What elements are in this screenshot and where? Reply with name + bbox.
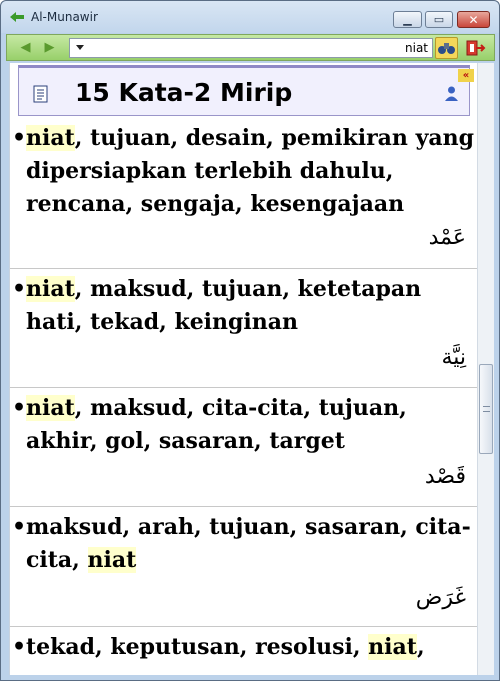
arabic-word: قَصْد — [424, 464, 466, 489]
list-item[interactable]: • niat, maksud, tujuan, ketetapan hati, … — [10, 269, 477, 388]
toolbar: ◀ ▶ — [6, 34, 495, 61]
bullet: • — [12, 276, 27, 302]
list-item[interactable]: • tekad, keputusan, resolusi, niat, — [10, 627, 477, 675]
meaning-text: , tujuan, desain, pemikiran yang — [74, 125, 475, 151]
entry-meaning: • niat, tujuan, desain, pemikiran yang d… — [12, 122, 474, 221]
search-button[interactable] — [435, 37, 458, 59]
exit-button[interactable] — [464, 37, 487, 59]
meaning-text: tekad, keputusan, resolusi, — [26, 634, 369, 660]
forward-arrow-icon[interactable]: ▶ — [41, 39, 58, 56]
meaning-text: dipersiapkan terlebih dahulu, — [26, 158, 394, 184]
meaning-text: hati, tekad, keinginan — [26, 309, 299, 335]
app-window: Al-Munawir ▁ ▭ ✕ ◀ ▶ « — [0, 0, 500, 681]
minimize-icon: ▁ — [403, 13, 412, 26]
arabic-word: غَرَض — [415, 585, 466, 610]
search-input[interactable] — [88, 40, 428, 56]
entry-meaning: • niat, maksud, cita-cita, tujuan, akhir… — [12, 392, 470, 458]
bullet: • — [12, 125, 27, 151]
list-item[interactable]: • niat, maksud, cita-cita, tujuan, akhir… — [10, 388, 477, 507]
back-arrow-icon[interactable]: ◀ — [17, 39, 34, 56]
list-item[interactable]: • niat, tujuan, desain, pemikiran yang d… — [10, 118, 477, 269]
meaning-text: rencana, sengaja, kesengajaan — [26, 191, 405, 217]
entry-meaning: • tekad, keputusan, resolusi, niat, — [12, 631, 470, 664]
highlighted-term: niat — [87, 547, 137, 573]
highlighted-term: niat — [26, 395, 75, 421]
person-icon[interactable] — [444, 85, 459, 101]
book-arrow-icon — [10, 12, 24, 22]
search-combobox[interactable] — [69, 38, 433, 58]
bullet: • — [12, 395, 27, 421]
collapse-button[interactable]: « — [458, 69, 474, 82]
close-button[interactable]: ✕ — [457, 11, 490, 28]
meaning-text: , — [416, 634, 425, 660]
window-title: Al-Munawir — [31, 10, 98, 24]
bullet: • — [12, 634, 27, 660]
results-panel[interactable]: « 15 Kata-2 Mirip • niat, tujuan, desain… — [9, 63, 477, 675]
minimize-button[interactable]: ▁ — [393, 11, 422, 28]
list-item[interactable]: • maksud, arah, tujuan, sasaran, cita- c… — [10, 507, 477, 627]
close-icon: ✕ — [468, 12, 479, 27]
bullet: • — [12, 514, 27, 540]
vertical-scrollbar[interactable] — [477, 63, 494, 675]
result-header: « 15 Kata-2 Mirip — [18, 65, 474, 116]
page-title: 15 Kata-2 Mirip — [75, 78, 293, 107]
maximize-icon: ▭ — [433, 13, 445, 26]
dropdown-arrow-icon[interactable] — [76, 45, 84, 50]
meaning-text: , maksud, cita-cita, tujuan, — [74, 395, 407, 421]
entry-meaning: • maksud, arah, tujuan, sasaran, cita- c… — [12, 511, 471, 577]
search-binoculars-icon — [438, 43, 455, 54]
meaning-text: cita, — [26, 547, 88, 573]
meaning-text: maksud, arah, tujuan, sasaran, cita- — [26, 514, 471, 540]
highlighted-term: niat — [26, 125, 75, 151]
scroll-thumb[interactable] — [479, 364, 493, 454]
document-icon[interactable] — [33, 85, 48, 103]
arabic-word: نِيَّة — [441, 345, 466, 370]
grip-icon — [483, 406, 490, 412]
arabic-word: عَمْد — [428, 225, 466, 250]
meaning-text: akhir, gol, sasaran, target — [26, 428, 345, 454]
maximize-button[interactable]: ▭ — [425, 11, 453, 28]
meaning-text: , maksud, tujuan, ketetapan — [74, 276, 422, 302]
title-bar[interactable]: Al-Munawir ▁ ▭ ✕ — [1, 1, 499, 33]
exit-icon — [466, 40, 486, 56]
highlighted-term: niat — [26, 276, 75, 302]
entry-meaning: • niat, maksud, tujuan, ketetapan hati, … — [12, 273, 470, 339]
highlighted-term: niat — [368, 634, 417, 660]
